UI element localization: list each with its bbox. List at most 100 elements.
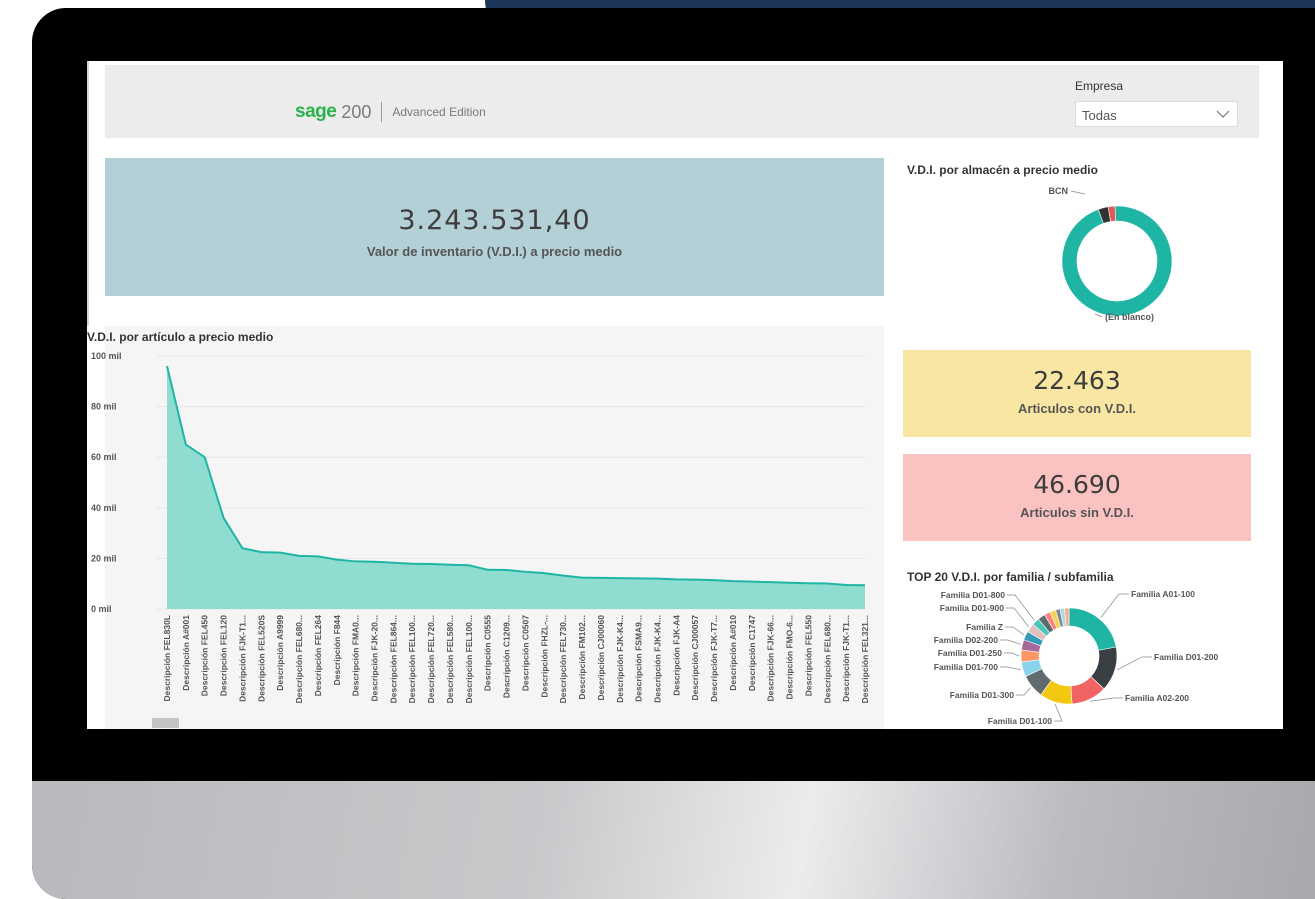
logo-brand: sage bbox=[295, 101, 337, 122]
y-tick-label: 0 mil bbox=[91, 604, 112, 614]
x-tick-label: Descripción FM102... bbox=[577, 615, 587, 700]
family-donut-chart[interactable]: Familia A01-100 Familia D01-200 Familia A0… bbox=[907, 586, 1277, 729]
warehouse-donut-chart[interactable]: BCN (En blanco) bbox=[907, 179, 1257, 339]
x-tick-label: Descripción FEL120 bbox=[219, 615, 229, 697]
x-tick-label: Descripción FHZL-... bbox=[539, 615, 549, 698]
kpi-without-vdi-value: 46.690 bbox=[1033, 470, 1121, 499]
report-header: sage 200 Advanced Edition Empresa Todas bbox=[105, 65, 1259, 138]
x-tick-label: Descripción FJK-T1... bbox=[841, 615, 851, 702]
x-tick-label: Descripción C0555 bbox=[483, 615, 493, 691]
family-slice-label: Familia D02-200 bbox=[934, 635, 999, 645]
x-tick-label: Descripción FJK-K4... bbox=[652, 615, 662, 703]
x-tick-label: Descripción FEL264 bbox=[313, 615, 323, 697]
x-tick-label: Descripción CJ00060 bbox=[596, 615, 606, 701]
family-slice-label: Familia D01-700 bbox=[934, 662, 999, 672]
logo-separator bbox=[381, 102, 383, 122]
kpi-with-vdi-value: 22.463 bbox=[1033, 366, 1121, 395]
kpi-with-vdi-card[interactable]: 22.463 Articulos con V.D.I. bbox=[903, 350, 1251, 437]
monitor-frame: sage 200 Advanced Edition Empresa Todas … bbox=[32, 8, 1315, 899]
x-tick-label: Descripción FEL830L bbox=[162, 615, 172, 701]
y-tick-label: 100 mil bbox=[91, 351, 122, 361]
x-tick-label: Descripción FMO-6... bbox=[785, 615, 795, 700]
x-tick-label: Descripción FJK-T1... bbox=[237, 615, 247, 702]
kpi-inventory-value: 3.243.531,40 bbox=[398, 205, 591, 236]
family-label-leader bbox=[1090, 697, 1123, 702]
family-label-leader bbox=[1054, 703, 1063, 722]
x-tick-label: Descripción FEL100... bbox=[407, 615, 417, 703]
warehouse-slice[interactable] bbox=[1061, 205, 1173, 317]
x-tick-label: Descripción FEL730... bbox=[558, 615, 568, 703]
monitor-chin bbox=[32, 781, 1315, 899]
logo-edition: Advanced Edition bbox=[392, 105, 486, 119]
donut-label-en-blanco: (En blanco) bbox=[1105, 312, 1154, 322]
area-line bbox=[166, 365, 866, 587]
x-tick-label: Descripción FEL680... bbox=[294, 615, 304, 703]
kpi-without-vdi-card[interactable]: 46.690 Articulos sin V.D.I. bbox=[903, 454, 1251, 541]
kpi-inventory-label: Valor de inventario (V.D.I.) a precio me… bbox=[366, 244, 623, 259]
x-tick-label: Descripción FEL321... bbox=[860, 615, 870, 703]
chevron-down-icon bbox=[1216, 110, 1230, 118]
family-slice-label: Familia A01-100 bbox=[1131, 589, 1195, 599]
family-slice-label: Familia D01-800 bbox=[941, 590, 1006, 600]
family-slice[interactable] bbox=[1068, 607, 1117, 651]
x-tick-label: Descripción FJK-K4... bbox=[615, 615, 625, 703]
y-tick-label: 60 mil bbox=[91, 452, 117, 462]
kpi-without-vdi-label: Articulos sin V.D.I. bbox=[1020, 505, 1134, 520]
empresa-dropdown[interactable]: Todas bbox=[1075, 101, 1238, 127]
x-tick-label: Descripción FEL550 bbox=[803, 615, 813, 697]
x-tick-label: Descripción FEL520S bbox=[256, 615, 266, 702]
x-tick-label: Descripción FJK-66... bbox=[766, 615, 776, 701]
x-tick-label: Descripción C1209... bbox=[502, 615, 512, 698]
x-tick-label: Descripción A#010 bbox=[728, 615, 738, 691]
x-tick-label: Descripción FEL450 bbox=[200, 615, 210, 697]
donut-label-bcn-leader bbox=[1070, 190, 1086, 195]
dashboard-screen: sage 200 Advanced Edition Empresa Todas … bbox=[87, 61, 1283, 729]
sage-logo: sage 200 Advanced Edition bbox=[295, 101, 486, 123]
x-tick-label: Descripción C1747 bbox=[747, 615, 757, 691]
family-slice-label: Familia D01-200 bbox=[1154, 652, 1219, 662]
family-slice-label: Familia D01-250 bbox=[938, 648, 1003, 658]
x-tick-label: Descripción FEL864... bbox=[388, 615, 398, 703]
y-tick-label: 20 mil bbox=[91, 553, 117, 563]
empresa-label: Empresa bbox=[1075, 79, 1124, 93]
x-tick-label: Descripción A#001 bbox=[181, 615, 191, 691]
family-label-leader bbox=[1006, 607, 1029, 627]
x-tick-label: Descripción FJK-T7... bbox=[709, 615, 719, 702]
family-label-leader bbox=[1016, 687, 1031, 696]
family-label-leader bbox=[1000, 666, 1022, 671]
x-tick-label: Descripción FEL580... bbox=[445, 615, 455, 703]
x-tick-label: Descripción FMA0... bbox=[351, 615, 361, 696]
x-tick-label: Descripción FEL720... bbox=[426, 615, 436, 703]
family-slice-label: Familia D01-100 bbox=[988, 716, 1053, 726]
area-chart[interactable]: 100 mil 80 mil 60 mil 40 mil 20 mil 0 mil Desc… bbox=[87, 346, 887, 729]
family-donut-title: TOP 20 V.D.I. por familia / subfamilia bbox=[907, 570, 1114, 584]
donut-label-bcn: BCN bbox=[1049, 186, 1069, 196]
warehouse-donut-title: V.D.I. por almacén a precio medio bbox=[907, 163, 1098, 177]
x-tick-label: Descripción FEL100... bbox=[464, 615, 474, 703]
x-tick-label: Descripción C0507 bbox=[520, 615, 530, 691]
kpi-with-vdi-label: Articulos con V.D.I. bbox=[1018, 401, 1136, 416]
empresa-selected-value: Todas bbox=[1082, 108, 1117, 123]
x-tick-label: Descripción CJ00057 bbox=[690, 615, 700, 701]
area-fill bbox=[167, 366, 865, 609]
x-tick-label: Descripción FEL680... bbox=[822, 615, 832, 703]
family-label-leader bbox=[1004, 652, 1020, 657]
x-tick-label: Descripción FJK-A4 bbox=[671, 615, 681, 696]
area-chart-title: V.D.I. por artículo a precio medio bbox=[87, 330, 274, 344]
family-slice-label: Familia D01-900 bbox=[940, 603, 1005, 613]
family-slice-label: Familia Z bbox=[966, 622, 1003, 632]
family-label-leader bbox=[1100, 593, 1129, 618]
x-tick-label: Descripción A9999 bbox=[275, 615, 285, 691]
x-tick-label: Descripción F844 bbox=[332, 615, 342, 686]
x-tick-label: Descripción FJK-20... bbox=[370, 615, 380, 701]
family-slice-label: Familia D01-300 bbox=[950, 690, 1015, 700]
family-label-leader bbox=[1116, 656, 1152, 671]
family-slice-label: Familia A02-200 bbox=[1125, 693, 1189, 703]
x-tick-label: Descripción FSMA9... bbox=[634, 615, 644, 702]
family-label-leader bbox=[1000, 639, 1021, 645]
y-tick-label: 80 mil bbox=[91, 402, 117, 412]
chart-scrollbar-thumb[interactable] bbox=[152, 718, 179, 728]
donut-label-en-blanco-leader bbox=[1094, 313, 1103, 318]
kpi-inventory-value-card[interactable]: 3.243.531,40 Valor de inventario (V.D.I.… bbox=[105, 158, 884, 296]
y-tick-label: 40 mil bbox=[91, 503, 117, 513]
